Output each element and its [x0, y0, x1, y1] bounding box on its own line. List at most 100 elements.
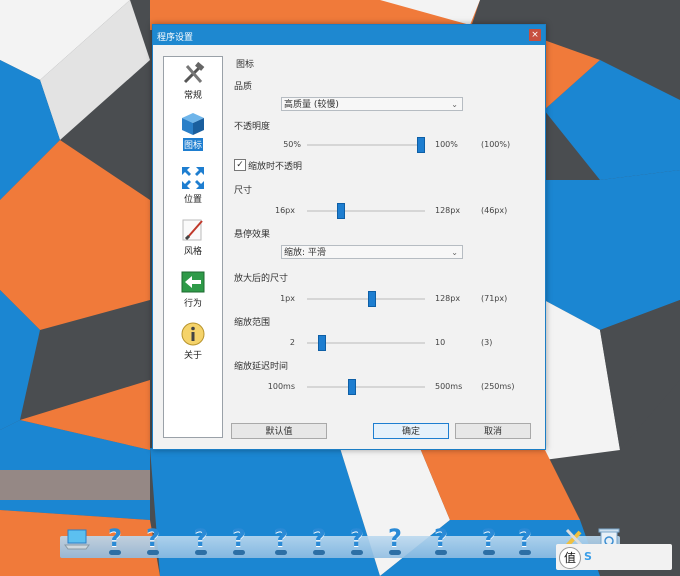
watermark-logo: 值: [559, 547, 581, 569]
question-icon[interactable]: ?: [344, 524, 370, 558]
quality-label: 品质: [234, 82, 253, 92]
section-title: 图标: [236, 60, 255, 70]
question-base: [233, 550, 245, 555]
opaque-on-zoom-label: 缩放时不透明: [248, 162, 303, 172]
sidebar-item-general[interactable]: 常规: [164, 61, 222, 101]
question-icon[interactable]: ?: [512, 524, 538, 558]
zoom-size-value: (71px): [481, 294, 508, 303]
opacity-slider-thumb[interactable]: [417, 137, 425, 153]
icon-settings-panel: 图标 品质 高质量 (较慢) ⌄ 不透明度 50% 100% (100%) ✓ …: [231, 53, 541, 413]
sidebar-item-label: 关于: [183, 351, 202, 361]
arrow-left-icon: [180, 269, 206, 295]
zoom-range-min: 2: [289, 338, 295, 347]
question-glyph: ?: [232, 524, 246, 552]
question-glyph: ?: [434, 524, 448, 552]
hover-effect-label: 悬停效果: [234, 230, 271, 240]
question-glyph: ?: [518, 524, 532, 552]
question-base: [275, 550, 287, 555]
zoom-size-track[interactable]: [307, 298, 425, 300]
ok-button[interactable]: 确定: [373, 423, 449, 439]
question-icon[interactable]: ?: [140, 524, 166, 558]
zoom-range-value: (3): [481, 338, 493, 347]
brush-icon: [180, 217, 206, 243]
default-button[interactable]: 默认值: [231, 423, 327, 439]
sidebar-item-label: 图标: [182, 138, 203, 151]
sidebar-item-label: 位置: [183, 195, 202, 205]
opacity-max: 100%: [435, 140, 458, 149]
zoom-delay-track[interactable]: [307, 386, 425, 388]
settings-dialog: 程序设置 × 常规 图标 位置 风格 行为 关于 图标 品质 高质量 (较慢) …: [152, 24, 546, 450]
chevron-down-icon: ⌄: [451, 248, 458, 257]
quality-select[interactable]: 高质量 (较慢) ⌄: [281, 97, 463, 111]
sidebar-item-label: 风格: [183, 247, 202, 257]
zoom-delay-slider-thumb[interactable]: [348, 379, 357, 395]
zoom-size-min: 1px: [280, 294, 295, 303]
title-bar[interactable]: 程序设置 ×: [153, 25, 545, 45]
question-glyph: ?: [274, 524, 288, 552]
question-icon[interactable]: ?: [226, 524, 252, 558]
question-base: [109, 550, 121, 555]
question-base: [147, 550, 159, 555]
hover-effect-select[interactable]: 缩放: 平滑 ⌄: [281, 245, 463, 259]
sidebar-item-label: 行为: [183, 299, 202, 309]
zoom-size-slider-row: 1px 128px (71px): [231, 289, 541, 309]
sidebar-item-position[interactable]: 位置: [164, 165, 222, 205]
cancel-button[interactable]: 取消: [455, 423, 531, 439]
zoom-delay-max: 500ms: [435, 382, 463, 391]
tools-icon: [180, 61, 206, 87]
checkbox-box[interactable]: ✓: [234, 159, 246, 171]
question-base: [351, 550, 363, 555]
question-glyph: ?: [146, 524, 160, 552]
zoom-range-label: 缩放范围: [234, 318, 271, 328]
quality-select-value: 高质量 (较慢): [284, 100, 339, 110]
sidebar-item-behavior[interactable]: 行为: [164, 269, 222, 309]
zoom-delay-slider-row: 100ms 500ms (250ms): [231, 377, 541, 397]
opacity-label: 不透明度: [234, 122, 271, 132]
sidebar-item-label: 常规: [183, 91, 202, 101]
size-track[interactable]: [307, 210, 425, 212]
settings-sidebar: 常规 图标 位置 风格 行为 关于: [163, 56, 223, 438]
question-icon[interactable]: ?: [382, 524, 408, 558]
opacity-min: 50%: [283, 140, 301, 149]
question-base: [435, 550, 447, 555]
chevron-down-icon: ⌄: [451, 100, 458, 109]
question-base: [389, 550, 401, 555]
question-icon[interactable]: ?: [428, 524, 454, 558]
size-slider-row: 16px 128px (46px): [231, 201, 541, 221]
question-icon[interactable]: ?: [102, 524, 128, 558]
watermark-text: S: [584, 550, 592, 563]
question-base: [519, 550, 531, 555]
zoom-range-slider-thumb[interactable]: [318, 335, 326, 351]
size-label: 尺寸: [234, 186, 253, 196]
sidebar-item-icons[interactable]: 图标: [164, 111, 222, 151]
size-slider-thumb[interactable]: [336, 203, 345, 219]
question-icon[interactable]: ?: [268, 524, 294, 558]
watermark: 值 S: [556, 544, 672, 570]
info-icon: [180, 321, 206, 347]
cube-icon: [180, 111, 206, 137]
question-glyph: ?: [312, 524, 326, 552]
question-base: [313, 550, 325, 555]
zoom-size-label: 放大后的尺寸: [234, 274, 289, 284]
size-min: 16px: [275, 206, 295, 215]
zoom-size-slider-thumb[interactable]: [367, 291, 376, 307]
zoom-delay-label: 缩放延迟时间: [234, 362, 289, 372]
opacity-track[interactable]: [307, 144, 425, 146]
question-icon[interactable]: ?: [476, 524, 502, 558]
sidebar-item-about[interactable]: 关于: [164, 321, 222, 361]
question-icon[interactable]: ?: [306, 524, 332, 558]
sidebar-item-style[interactable]: 风格: [164, 217, 222, 257]
question-glyph: ?: [388, 524, 402, 552]
opacity-value: (100%): [481, 140, 511, 149]
laptop-icon[interactable]: [64, 524, 90, 558]
zoom-delay-min: 100ms: [267, 382, 295, 391]
zoom-range-max: 10: [435, 338, 446, 347]
dialog-title: 程序设置: [157, 33, 194, 43]
zoom-range-slider-row: 2 10 (3): [231, 333, 541, 353]
size-max: 128px: [435, 206, 461, 215]
question-glyph: ?: [108, 524, 122, 552]
question-icon[interactable]: ?: [188, 524, 214, 558]
close-button[interactable]: ×: [529, 29, 541, 41]
arrows-icon: [180, 165, 206, 191]
question-glyph: ?: [194, 524, 208, 552]
